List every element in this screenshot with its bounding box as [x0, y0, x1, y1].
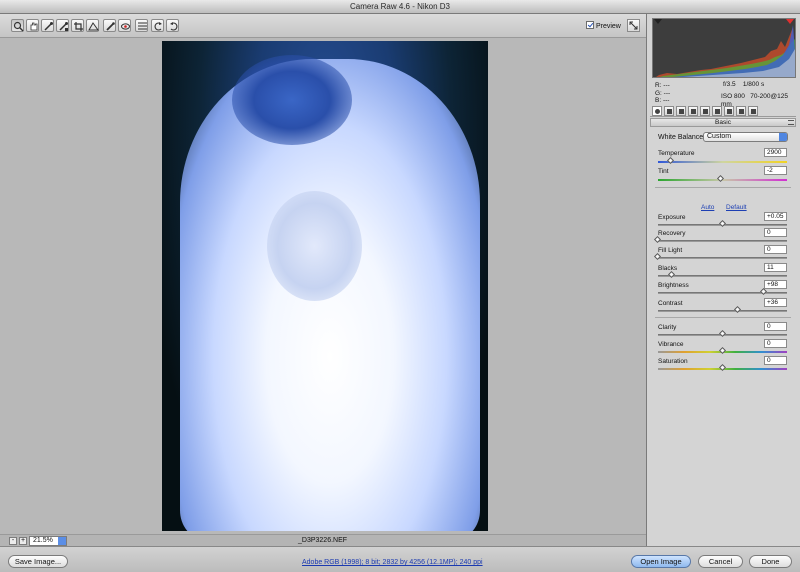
rgb-readout: R: --- G: --- B: ---	[655, 82, 689, 105]
contrast-field[interactable]: +36	[764, 298, 787, 307]
preview-canvas[interactable]	[0, 38, 646, 534]
rotate-left-icon[interactable]	[151, 19, 164, 32]
section-header: Basic	[650, 118, 796, 127]
section-title: Basic	[715, 119, 731, 126]
histogram	[652, 18, 796, 78]
zoom-out-button[interactable]: -	[9, 537, 17, 545]
vibrance-field[interactable]: 0	[764, 339, 787, 348]
face-shape	[267, 191, 362, 301]
preview-toggle[interactable]: Preview	[586, 21, 621, 31]
histogram-graph	[656, 25, 795, 77]
tab-hsl-icon[interactable]	[688, 106, 698, 116]
fill-light-slider[interactable]	[658, 257, 787, 259]
default-link[interactable]: Default	[726, 204, 747, 211]
tab-basic-icon[interactable]	[652, 106, 662, 116]
save-image-button[interactable]: Save Image...	[8, 555, 68, 568]
shadow-clip-icon[interactable]	[654, 19, 662, 24]
preview-label: Preview	[595, 23, 621, 30]
blacks-label: Blacks	[658, 265, 678, 272]
fill-light-label: Fill Light	[658, 247, 683, 254]
clarity-label: Clarity	[658, 324, 677, 331]
exposure-field[interactable]: +0.05	[764, 212, 787, 221]
crop-tool-icon[interactable]	[71, 19, 84, 32]
clarity-field[interactable]: 0	[764, 322, 787, 331]
panel-menu-icon[interactable]	[788, 120, 794, 125]
straighten-tool-icon[interactable]	[86, 19, 99, 32]
color-sampler-tool-icon[interactable]	[56, 19, 69, 32]
file-name: _D3P3226.NEF	[298, 537, 348, 544]
open-image-button[interactable]: Open Image	[631, 555, 691, 568]
tab-tone-curve-icon[interactable]	[664, 106, 674, 116]
temperature-slider[interactable]	[658, 161, 787, 163]
saturation-label: Saturation	[658, 358, 688, 365]
recovery-slider[interactable]	[658, 240, 787, 242]
tab-split-toning-icon[interactable]	[700, 106, 710, 116]
blacks-field[interactable]: 11	[764, 263, 787, 272]
brightness-slider[interactable]	[658, 292, 787, 294]
footer: Save Image... Adobe RGB (1998); 8 bit; 2…	[0, 546, 800, 572]
divider	[655, 317, 791, 318]
r-value: R: ---	[655, 82, 670, 89]
cancel-button[interactable]: Cancel	[698, 555, 743, 568]
hand-tool-icon[interactable]	[26, 19, 39, 32]
tab-presets-icon[interactable]	[736, 106, 746, 116]
blacks-slider[interactable]	[658, 275, 787, 277]
done-button[interactable]: Done	[749, 555, 792, 568]
recovery-label: Recovery	[658, 230, 686, 237]
b-value: B: ---	[655, 97, 670, 104]
iso-value: ISO 800	[721, 93, 745, 100]
auto-link[interactable]: Auto	[701, 204, 714, 211]
temperature-field[interactable]: 2900	[764, 148, 787, 157]
preferences-icon[interactable]	[135, 19, 148, 32]
chevron-down-icon	[58, 537, 66, 545]
tab-lens-corrections-icon[interactable]	[712, 106, 722, 116]
brightness-field[interactable]: +98	[764, 280, 787, 289]
zoom-level-value: 21.5%	[33, 537, 53, 544]
zoom-in-button[interactable]: +	[19, 537, 27, 545]
vibrance-label: Vibrance	[658, 341, 684, 348]
zoom-tool-icon[interactable]	[11, 19, 24, 32]
zoom-level-select[interactable]: 21.5%	[29, 536, 67, 546]
aperture-value: f/3.5	[723, 81, 736, 88]
white-balance-tool-icon[interactable]	[41, 19, 54, 32]
divider	[655, 187, 791, 188]
tab-detail-icon[interactable]	[676, 106, 686, 116]
fullscreen-icon[interactable]	[627, 19, 640, 32]
red-eye-tool-icon[interactable]	[118, 19, 131, 32]
tab-snapshots-icon[interactable]	[748, 106, 758, 116]
recovery-field[interactable]: 0	[764, 228, 787, 237]
retouch-tool-icon[interactable]	[103, 19, 116, 32]
highlight-clip-icon[interactable]	[786, 19, 794, 24]
panel-tabs	[650, 106, 796, 117]
chevron-down-icon	[779, 133, 787, 141]
white-balance-value: Custom	[707, 133, 732, 140]
shutter-value: 1/800 s	[742, 81, 765, 88]
exposure-info: f/3.5 1/800 s	[723, 81, 764, 89]
white-balance-select[interactable]: Custom	[703, 132, 788, 142]
contrast-label: Contrast	[658, 300, 683, 307]
temperature-label: Temperature	[658, 150, 695, 157]
contrast-slider[interactable]	[658, 310, 787, 312]
workflow-options-link[interactable]: Adobe RGB (1998); 8 bit; 2832 by 4256 (1…	[302, 558, 483, 567]
tab-camera-calibration-icon[interactable]	[724, 106, 734, 116]
rotate-right-icon[interactable]	[166, 19, 179, 32]
preview-checkbox[interactable]	[586, 21, 594, 29]
saturation-field[interactable]: 0	[764, 356, 787, 365]
tint-label: Tint	[658, 168, 669, 175]
preview-image[interactable]	[162, 41, 488, 531]
fill-light-field[interactable]: 0	[764, 245, 787, 254]
veil-top-shape	[232, 55, 352, 145]
brightness-label: Brightness	[658, 282, 689, 289]
g-value: G: ---	[655, 89, 671, 97]
exposure-label: Exposure	[658, 214, 686, 221]
tint-field[interactable]: -2	[764, 166, 787, 175]
window-title: Camera Raw 4.6 - Nikon D3	[0, 0, 800, 14]
toolbar: Preview	[0, 14, 646, 38]
adjustments-panel: R: --- G: --- B: --- f/3.5 1/800 s ISO 8…	[646, 14, 800, 546]
info-readout: R: --- G: --- B: --- f/3.5 1/800 s ISO 8…	[653, 80, 797, 108]
white-balance-label: White Balance:	[658, 134, 706, 141]
status-bar: - + 21.5% _D3P3226.NEF	[0, 534, 646, 546]
